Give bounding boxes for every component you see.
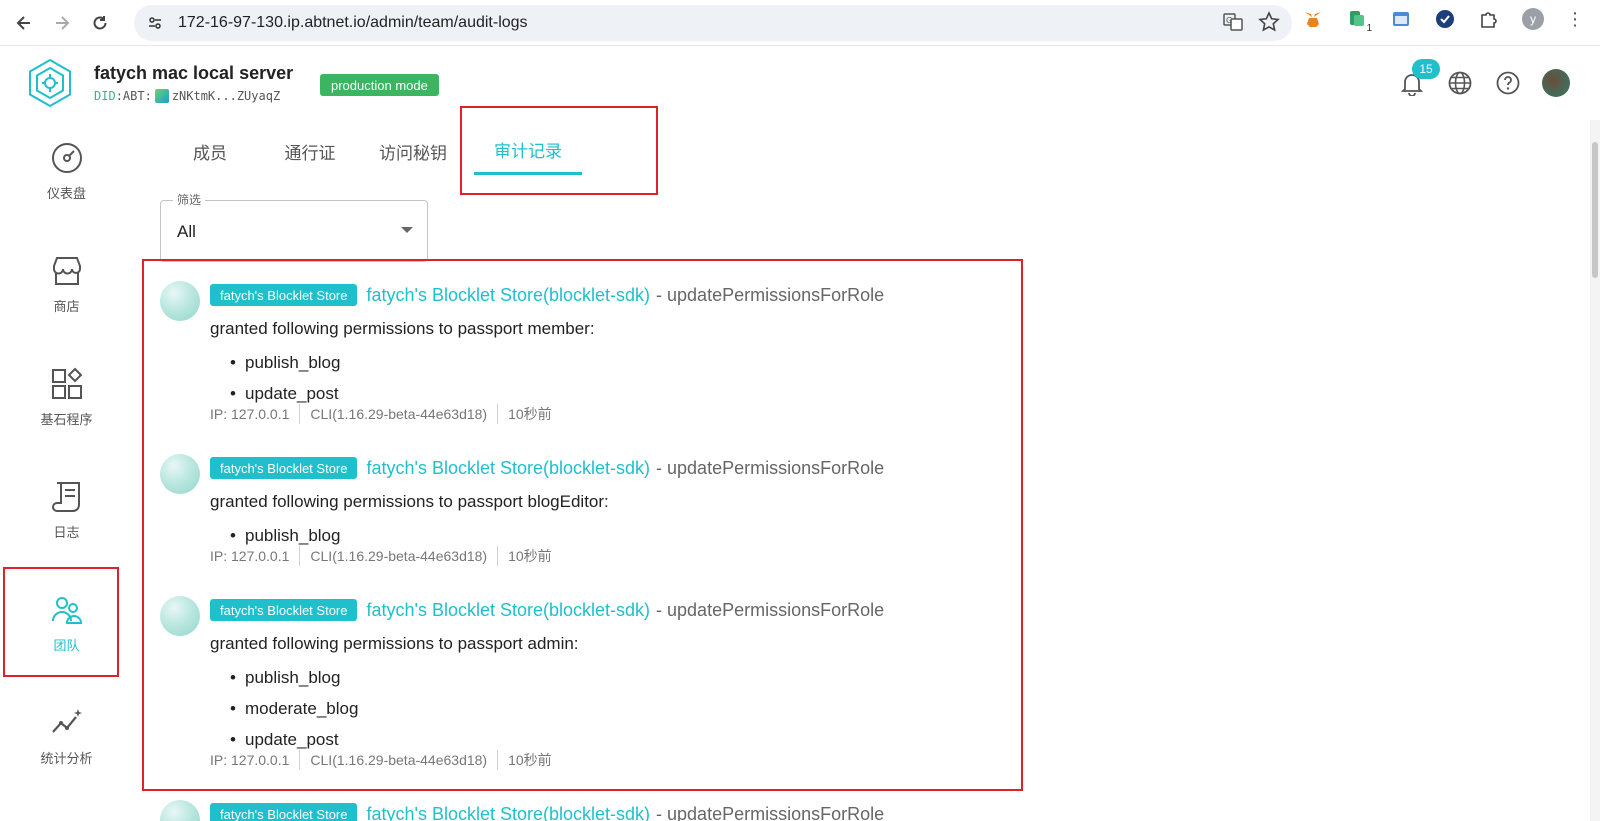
scrollbar-thumb[interactable] <box>1592 142 1598 278</box>
did-value: zNKtmK...ZUyaqZ <box>171 89 281 103</box>
blocklets-icon <box>51 367 82 399</box>
tab-access-keys[interactable]: 访问秘钥 <box>365 127 461 175</box>
did-prefix: DID <box>94 89 116 103</box>
window-extension-icon[interactable] <box>1390 8 1412 30</box>
translate-icon[interactable]: G <box>1222 11 1244 33</box>
sidebar-item-analytics[interactable]: 统计分析 <box>0 683 133 789</box>
arrow-right-icon <box>56 15 70 30</box>
tab-passports[interactable]: 通行证 <box>255 127 365 175</box>
sidebar-item-label: 商店 <box>53 298 80 314</box>
did-address[interactable]: DID:ABT: zNKtmK...ZUyaqZ <box>94 89 280 103</box>
filter-label: 筛选 <box>173 191 206 208</box>
caret-down-icon <box>401 227 413 233</box>
check-extension-icon[interactable] <box>1434 8 1456 30</box>
url-text[interactable]: 172-16-97-130.ip.abtnet.io/admin/team/au… <box>178 14 528 32</box>
notification-count-badge: 15 <box>1412 59 1440 79</box>
analytics-icon <box>51 708 82 733</box>
did-avatar-icon <box>154 89 169 103</box>
sidebar-item-blocklets[interactable]: 基石程序 <box>0 344 133 450</box>
highlight-box-team <box>3 567 119 677</box>
mode-badge: production mode <box>320 74 439 96</box>
log-avatar <box>160 800 200 821</box>
sidebar: 仪表盘 商店 基石程序 日志 团队 统计分析 <box>0 118 133 821</box>
star-icon[interactable] <box>1258 11 1280 33</box>
log-action: - updatePermissionsForRole <box>656 803 885 821</box>
user-avatar <box>1542 69 1570 97</box>
help-icon <box>1496 71 1520 95</box>
highlight-box-audit-tab <box>460 106 658 195</box>
more-menu-icon[interactable]: ⋮ <box>1566 9 1584 30</box>
svg-text:G: G <box>1226 16 1232 25</box>
filter-value: All <box>177 222 196 241</box>
forward-button[interactable] <box>48 9 76 37</box>
address-bar[interactable]: 172-16-97-130.ip.abtnet.io/admin/team/au… <box>134 5 1292 41</box>
help-button[interactable] <box>1494 69 1522 97</box>
store-icon <box>52 256 81 285</box>
dashboard-icon <box>51 142 82 173</box>
sidebar-item-store[interactable]: 商店 <box>0 231 133 337</box>
profile-avatar[interactable]: y <box>1522 8 1544 30</box>
extension-badge-count: 1 <box>1366 23 1372 34</box>
sidebar-item-label: 日志 <box>53 524 80 540</box>
log-source-link[interactable]: fatych's Blocklet Store(blocklet-sdk) <box>366 804 650 821</box>
filter-select[interactable]: 筛选 All <box>160 191 428 262</box>
server-name: fatych mac local server <box>94 63 294 83</box>
did-type: :ABT: <box>115 89 152 103</box>
log-entry: fatych's Blocklet Store fatych's Blockle… <box>160 800 1020 821</box>
store-tag: fatych's Blocklet Store <box>210 803 358 821</box>
notifications-button[interactable]: 15 <box>1398 59 1440 97</box>
tab-members[interactable]: 成员 <box>170 127 250 175</box>
reload-icon <box>93 15 107 29</box>
logs-icon <box>51 481 80 512</box>
sidebar-item-dashboard[interactable]: 仪表盘 <box>0 118 133 224</box>
arrow-left-icon <box>16 15 30 30</box>
extension-badge-icon[interactable]: 1 <box>1346 8 1372 34</box>
user-avatar-button[interactable] <box>1542 69 1570 97</box>
sidebar-item-label: 基石程序 <box>40 411 93 427</box>
language-button[interactable] <box>1446 69 1474 97</box>
sidebar-item-label: 统计分析 <box>40 750 93 766</box>
sidebar-item-label: 仪表盘 <box>46 185 86 201</box>
sidebar-item-logs[interactable]: 日志 <box>0 457 133 563</box>
site-info-button[interactable] <box>142 10 168 36</box>
browser-toolbar: 172-16-97-130.ip.abtnet.io/admin/team/au… <box>0 0 1600 46</box>
highlight-box-logs <box>142 259 1023 791</box>
puzzle-icon[interactable] <box>1478 8 1500 30</box>
blocklet-server-logo-icon[interactable] <box>24 57 76 109</box>
reload-button[interactable] <box>86 9 114 37</box>
back-button[interactable] <box>10 9 38 37</box>
tune-icon <box>149 17 161 29</box>
metamask-extension-icon[interactable] <box>1302 8 1324 30</box>
globe-icon <box>1448 71 1472 95</box>
app-header: fatych mac local server DID:ABT: zNKtmK..… <box>0 47 1600 117</box>
